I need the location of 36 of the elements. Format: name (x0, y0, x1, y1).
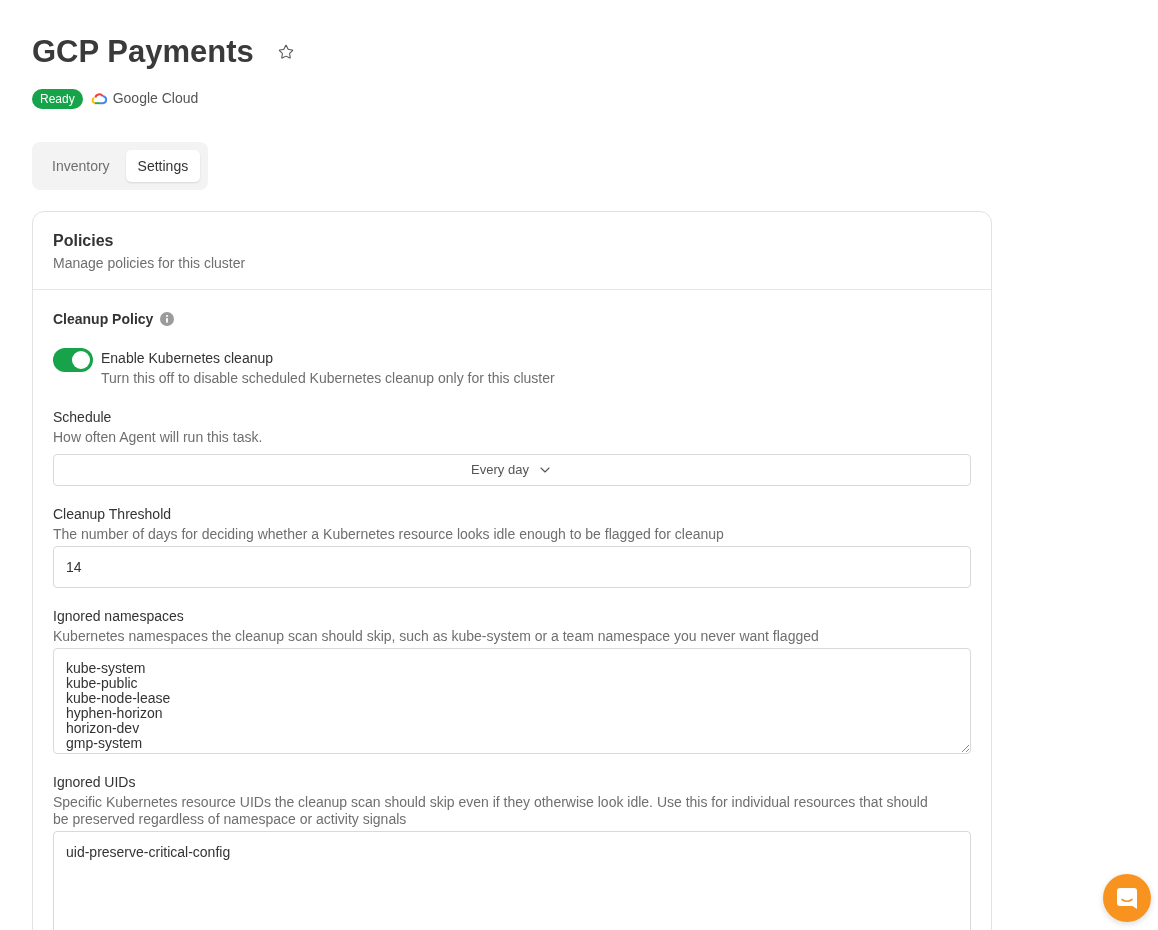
textarea-line: uid-preserve-critical-config (66, 845, 231, 860)
field-description: Specific Kubernetes resource UIDs the cleanup scan should skip even if they otherwise look idle. Use this for individual resources that should be preserved regardless of namespace or activity signals (53, 794, 929, 828)
threshold-input[interactable]: 14 (53, 546, 971, 588)
textarea-line: gmp-system (66, 736, 143, 751)
chat-icon (1117, 887, 1137, 909)
status-badge: Ready (32, 88, 83, 109)
card-subtitle: Manage policies for this cluster (53, 254, 247, 273)
field-label: Ignored UIDs (53, 773, 137, 792)
card-title: Policies (53, 231, 115, 251)
textarea-field[interactable]: kube-system kube-public kube-node-lease hyphen-horizon horizon-dev gmp-system (53, 648, 971, 754)
section-title: Cleanup Policy (53, 310, 154, 329)
textarea-line: kube-system (66, 661, 146, 676)
star-icon[interactable] (277, 44, 294, 60)
chat-launcher-button[interactable] (1103, 874, 1151, 922)
cloud-logo-icon (90, 92, 107, 105)
textarea-line: kube-node-lease (66, 691, 171, 706)
field-description: Kubernetes namespaces the cleanup scan should skip, such as kube-system or a team namespace you never want flagged (53, 628, 820, 645)
resize-handle-icon[interactable] (961, 744, 969, 752)
textarea-line: kube-public (66, 676, 138, 691)
field-label: Cleanup Threshold (53, 505, 173, 524)
info-icon (160, 312, 175, 326)
textarea-line: horizon-dev (66, 721, 140, 736)
tab[interactable]: Settings (125, 150, 201, 182)
enable-cleanup-toggle[interactable] (53, 348, 93, 372)
field-label: Ignored namespaces (53, 607, 185, 626)
schedule-select[interactable]: Every day (53, 454, 971, 486)
page-title: GCP Payments (32, 33, 254, 71)
toggle-description: Turn this off to disable scheduled Kubernetes cleanup only for this cluster (101, 369, 555, 388)
field-description: How often Agent will run this task. (53, 429, 264, 446)
textarea-field[interactable]: uid-preserve-critical-config (53, 831, 971, 930)
field-label: Schedule (53, 408, 113, 427)
field-description: The number of days for deciding whether a Kubernetes resource looks idle enough to be flagged for cleanup (53, 526, 725, 543)
toggle-label: Enable Kubernetes cleanup (101, 349, 275, 368)
provider-label: Google Cloud (112, 89, 199, 108)
tab[interactable]: Inventory (40, 150, 122, 182)
textarea-line: hyphen-horizon (66, 706, 163, 721)
